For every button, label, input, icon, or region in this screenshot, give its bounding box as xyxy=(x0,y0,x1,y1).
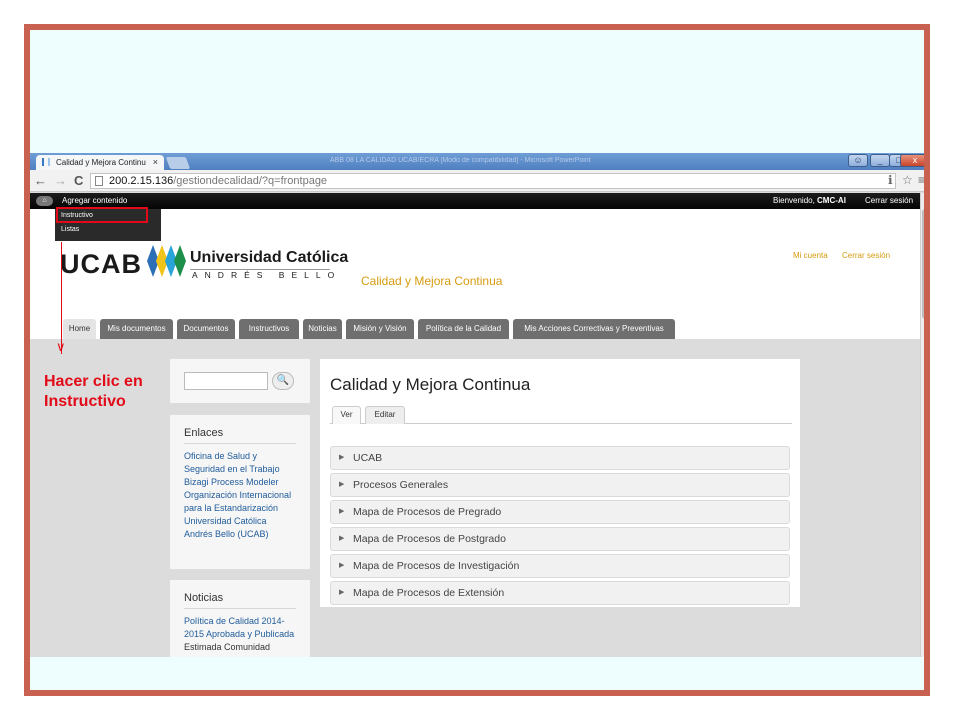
minimize-button[interactable]: _ xyxy=(870,154,890,167)
annotation-line2: Instructivo xyxy=(44,393,126,410)
highlight-box xyxy=(56,207,148,223)
ucab-logo-icon xyxy=(147,245,186,277)
annotation-line1: Hacer clic en xyxy=(44,373,143,390)
window-title: ABB 08 LA CALIDAD UCAB/ECRA [Modo de com… xyxy=(330,157,591,164)
link-bizagi[interactable]: Bizagi Process Modeler xyxy=(184,476,296,489)
nav-tab-noticias[interactable]: Noticias xyxy=(303,319,342,339)
header-logout-link[interactable]: Cerrar sesión xyxy=(842,251,890,260)
links-block: Enlaces Oficina de Salud y Seguridad en … xyxy=(170,415,310,569)
accordion-label: Mapa de Procesos de Pregrado xyxy=(353,506,502,518)
address-bar[interactable]: 200.2.15.136/gestiondecalidad/?q=frontpa… xyxy=(90,173,896,189)
welcome-text: Bienvenido, CMC-AI xyxy=(773,196,846,205)
url-host: 200.2.15.136 xyxy=(109,175,174,187)
accordion-item-pregrado[interactable]: ▶ Mapa de Procesos de Pregrado xyxy=(330,500,790,524)
news-block: Noticias Política de Calidad 2014-2015 A… xyxy=(170,580,310,657)
page-title: Calidad y Mejora Continua xyxy=(330,375,531,394)
favicon-icon xyxy=(42,158,50,166)
page-icon xyxy=(95,176,103,186)
accordion-item-investigacion[interactable]: ▶ Mapa de Procesos de Investigación xyxy=(330,554,790,578)
annotation-text: Hacer clic en Instructivo xyxy=(44,372,174,412)
tab-close-icon[interactable]: × xyxy=(153,157,158,167)
triangle-right-icon: ▶ xyxy=(339,481,345,488)
forward-arrow-icon[interactable]: → xyxy=(54,173,67,188)
main-navigation: Home Mis documentos Documentos Instructi… xyxy=(30,319,924,339)
nav-tab-mision-vision[interactable]: Misión y Visión xyxy=(346,319,414,339)
admin-toolbar: ⌂ Agregar contenido Bienvenido, CMC-AI C… xyxy=(30,193,924,209)
tab-title: Calidad y Mejora Continu xyxy=(56,158,146,167)
triangle-right-icon: ▶ xyxy=(339,535,345,542)
browser-tab-active[interactable]: Calidad y Mejora Continu × xyxy=(36,155,164,170)
browser-toolbar: ← → C 200.2.15.136/gestiondecalidad/?q=f… xyxy=(30,170,924,192)
user-icon[interactable]: ☺ xyxy=(848,154,868,167)
accordion-label: UCAB xyxy=(353,452,383,464)
link-iso[interactable]: Organización Internacional para la Estan… xyxy=(184,489,296,515)
tab-ver[interactable]: Ver xyxy=(332,406,361,424)
nav-tab-acciones-correctivas[interactable]: Mis Acciones Correctivas y Preventivas xyxy=(513,319,675,339)
triangle-right-icon: ▶ xyxy=(339,508,345,515)
news-teaser: Estimada Comunidad xyxy=(184,642,271,652)
accordion-label: Mapa de Procesos de Postgrado xyxy=(353,533,506,545)
accordion-item-extension[interactable]: ▶ Mapa de Procesos de Extensión xyxy=(330,581,790,605)
search-icon[interactable]: 🔍 xyxy=(272,372,294,390)
link-oficina-salud[interactable]: Oficina de Salud y Seguridad en el Traba… xyxy=(184,450,296,476)
page-tabs: Ver Editar xyxy=(330,404,792,424)
logout-link[interactable]: Cerrar sesión xyxy=(865,196,913,205)
link-ucab[interactable]: Universidad Católica Andrés Bello (UCAB) xyxy=(184,515,296,541)
add-content-link[interactable]: Agregar contenido xyxy=(62,196,127,205)
search-input[interactable] xyxy=(184,372,268,390)
site-name[interactable]: Calidad y Mejora Continua xyxy=(361,274,502,288)
dropdown-item-listas[interactable]: Listas xyxy=(55,223,161,237)
welcome-user: CMC-AI xyxy=(817,196,846,205)
triangle-right-icon: ▶ xyxy=(339,562,345,569)
news-block-title: Noticias xyxy=(184,592,296,609)
accordion-label: Procesos Generales xyxy=(353,479,449,491)
wrench-icon[interactable]: ℹ xyxy=(888,173,893,187)
welcome-prefix: Bienvenido, xyxy=(773,196,818,205)
university-subtitle: ANDRÉS BELLO xyxy=(192,270,342,280)
nav-tab-documentos[interactable]: Documentos xyxy=(177,319,235,339)
nav-tab-politica-calidad[interactable]: Política de la Calidad xyxy=(418,319,509,339)
accordion-label: Mapa de Procesos de Extensión xyxy=(353,587,505,599)
accordion-label: Mapa de Procesos de Investigación xyxy=(353,560,520,572)
university-name: Universidad Católica xyxy=(190,249,349,266)
news-link-politica[interactable]: Política de Calidad 2014-2015 Aprobada y… xyxy=(184,615,296,641)
home-icon[interactable]: ⌂ xyxy=(36,196,53,206)
scrollbar-thumb[interactable] xyxy=(922,209,924,319)
triangle-right-icon: ▶ xyxy=(339,589,345,596)
tab-editar[interactable]: Editar xyxy=(365,406,405,424)
accordion-item-postgrado[interactable]: ▶ Mapa de Procesos de Postgrado xyxy=(330,527,790,551)
main-content: Calidad y Mejora Continua Ver Editar ▶ UC… xyxy=(320,359,800,607)
bookmark-star-icon[interactable]: ☆ xyxy=(902,173,913,187)
search-block: 🔍 xyxy=(170,359,310,403)
close-window-button[interactable]: x xyxy=(900,154,924,167)
accordion-item-procesos-generales[interactable]: ▶ Procesos Generales xyxy=(330,473,790,497)
annotation-line xyxy=(61,242,62,354)
links-block-title: Enlaces xyxy=(184,427,296,444)
back-arrow-icon[interactable]: ← xyxy=(34,173,47,188)
new-tab-button[interactable] xyxy=(165,157,191,169)
my-account-link[interactable]: Mi cuenta xyxy=(793,251,828,260)
accordion-item-ucab[interactable]: ▶ UCAB xyxy=(330,446,790,470)
tab-strip: Calidad y Mejora Continu × ABB 08 LA CAL… xyxy=(30,153,924,170)
triangle-right-icon: ▶ xyxy=(339,454,345,461)
nav-tab-instructivos[interactable]: Instructivos xyxy=(239,319,299,339)
arrow-down-icon: ∨ xyxy=(56,339,66,354)
slide: Calidad y Mejora Continu × ABB 08 LA CAL… xyxy=(24,24,930,696)
menu-icon[interactable]: ≡ xyxy=(918,173,924,187)
ucab-logo-text: UCAB xyxy=(60,249,142,279)
nav-tab-home[interactable]: Home xyxy=(63,319,96,339)
nav-tab-mis-documentos[interactable]: Mis documentos xyxy=(100,319,173,339)
url-path: /gestiondecalidad/?q=frontpage xyxy=(173,175,328,187)
page-scrollbar[interactable] xyxy=(920,193,924,657)
reload-icon[interactable]: C xyxy=(74,173,83,188)
